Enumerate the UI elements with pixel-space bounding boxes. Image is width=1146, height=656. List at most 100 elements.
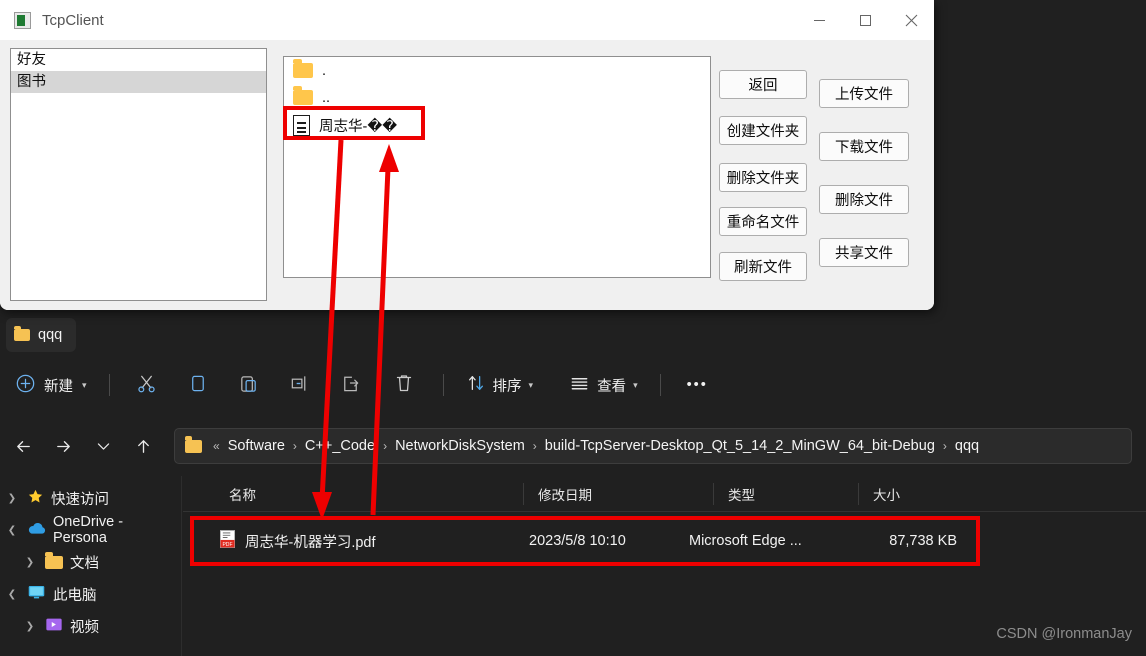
contacts-list[interactable]: 好友 图书 — [10, 48, 267, 301]
chevron-down-icon[interactable]: ❮ — [4, 589, 20, 600]
breadcrumb-item-software[interactable]: Software — [228, 438, 285, 454]
folder-icon — [185, 440, 202, 453]
forward-button[interactable] — [46, 429, 80, 463]
chevron-right-icon[interactable]: ❯ — [22, 621, 38, 632]
sidebar-item-label: OneDrive - Persona — [53, 514, 181, 546]
recent-locations-button[interactable] — [86, 429, 120, 463]
share-file-button[interactable]: 共享文件 — [819, 238, 909, 267]
refresh-file-button[interactable]: 刷新文件 — [719, 252, 807, 281]
delete-file-button[interactable]: 删除文件 — [819, 185, 909, 214]
explorer-address-bar: « Software › C++_Code › NetworkDiskSyste… — [0, 420, 1146, 472]
remote-file-list[interactable]: . .. 周志华-�� — [283, 56, 711, 278]
more-options-button[interactable]: ••• — [673, 367, 722, 403]
document-icon — [293, 115, 310, 136]
toolbar-divider-1 — [109, 374, 110, 396]
list-item[interactable]: 图书 — [11, 71, 266, 93]
cut-button[interactable] — [122, 367, 171, 403]
ellipsis-icon: ••• — [687, 377, 708, 393]
toolbar-divider-3 — [660, 374, 661, 396]
chevron-right-icon[interactable]: ❯ — [22, 557, 38, 568]
list-item-label: 周志华-�� — [319, 115, 397, 136]
file-list-column-header: 名称 修改日期 类型 大小 — [183, 476, 1146, 512]
column-header-label: 大小 — [873, 484, 900, 504]
view-button[interactable]: 查看 ▾ — [559, 367, 648, 403]
file-explorer-window: qqq 新建 ▾ — [0, 310, 1146, 656]
list-item[interactable]: 好友 — [11, 49, 266, 71]
rename-icon — [289, 373, 310, 398]
column-header-label: 类型 — [728, 484, 755, 504]
up-button[interactable] — [126, 429, 160, 463]
explorer-tab-qqq[interactable]: qqq — [6, 318, 76, 352]
cloud-icon — [27, 521, 46, 540]
breadcrumb-item-networkdisksystem[interactable]: NetworkDiskSystem — [395, 438, 525, 454]
folder-icon — [293, 90, 313, 105]
close-button[interactable] — [888, 0, 934, 40]
list-item-label: . — [322, 63, 326, 79]
delete-button[interactable] — [377, 367, 431, 403]
copy-icon — [187, 373, 208, 398]
sidebar-item-label: 此电脑 — [53, 584, 97, 605]
explorer-navigation-pane: ❯ 快速访问 ❮ OneDrive - Persona ❯ 文档 ❮ 此 — [0, 476, 182, 656]
sidebar-item-quick-access[interactable]: ❯ 快速访问 — [0, 482, 181, 514]
list-item[interactable]: . — [284, 57, 710, 84]
chevron-down-icon: ▾ — [529, 380, 534, 391]
chevron-down-icon[interactable]: ❮ — [4, 525, 20, 536]
sort-button-label: 排序 — [493, 375, 522, 396]
tcpclient-body: 好友 图书 . .. 周志华-�� 返回 创建文件夹 删除文件夹 重命名文件 刷… — [0, 40, 934, 310]
pdf-icon: PDF — [220, 530, 235, 552]
new-button[interactable]: 新建 ▾ — [8, 367, 97, 403]
sidebar-item-onedrive[interactable]: ❮ OneDrive - Persona — [0, 514, 181, 546]
column-header-date-modified[interactable]: 修改日期 — [523, 483, 713, 505]
sidebar-item-videos[interactable]: ❯ 视频 — [0, 610, 181, 642]
breadcrumb-separator: › — [941, 439, 949, 453]
share-icon — [340, 373, 361, 398]
new-button-label: 新建 — [44, 375, 73, 396]
breadcrumb-overflow[interactable]: « — [211, 439, 222, 453]
rename-button[interactable] — [275, 367, 324, 403]
list-item[interactable]: .. — [284, 84, 710, 111]
back-button[interactable]: 返回 — [719, 70, 807, 99]
file-type: Microsoft Edge ... — [689, 533, 837, 549]
folder-icon — [14, 329, 30, 341]
folder-icon — [45, 556, 63, 569]
column-header-size[interactable]: 大小 — [858, 483, 958, 505]
sort-arrows-icon — [466, 373, 486, 397]
breadcrumb-item-qqq[interactable]: qqq — [955, 438, 979, 454]
view-lines-icon — [569, 373, 590, 398]
maximize-button[interactable] — [842, 0, 888, 40]
sort-button[interactable]: 排序 ▾ — [456, 367, 544, 403]
upload-file-button[interactable]: 上传文件 — [819, 79, 909, 108]
tcpclient-window: TcpClient 好友 图书 . .. — [0, 0, 934, 310]
sidebar-item-label: 快速访问 — [51, 488, 109, 509]
star-icon — [27, 488, 44, 509]
list-item[interactable]: 周志华-�� — [284, 111, 710, 139]
breadcrumb-item-cpp-code[interactable]: C++_Code — [305, 438, 375, 454]
breadcrumb[interactable]: « Software › C++_Code › NetworkDiskSyste… — [174, 428, 1132, 464]
svg-text:PDF: PDF — [222, 542, 232, 548]
download-file-button[interactable]: 下载文件 — [819, 132, 909, 161]
breadcrumb-separator: › — [381, 439, 389, 453]
delete-folder-button[interactable]: 删除文件夹 — [719, 163, 807, 192]
monitor-icon — [27, 584, 46, 604]
paste-button[interactable] — [224, 367, 273, 403]
folder-icon — [293, 63, 313, 78]
column-header-name[interactable]: 名称 — [183, 483, 523, 505]
rename-file-button[interactable]: 重命名文件 — [719, 207, 807, 236]
explorer-toolbar: 新建 ▾ — [0, 356, 1146, 414]
paste-icon — [238, 373, 259, 398]
scissors-icon — [136, 373, 157, 398]
explorer-tab-label: qqq — [38, 327, 62, 343]
sidebar-item-documents[interactable]: ❯ 文档 — [0, 546, 181, 578]
share-button[interactable] — [326, 367, 375, 403]
table-row[interactable]: PDF 周志华-机器学习.pdf 2023/5/8 10:10 Microsof… — [192, 518, 978, 564]
column-header-type[interactable]: 类型 — [713, 483, 858, 505]
back-button[interactable] — [6, 429, 40, 463]
view-button-label: 查看 — [597, 375, 626, 396]
copy-button[interactable] — [173, 367, 222, 403]
chevron-right-icon[interactable]: ❯ — [4, 493, 20, 504]
minimize-button[interactable] — [796, 0, 842, 40]
create-folder-button[interactable]: 创建文件夹 — [719, 116, 807, 145]
breadcrumb-item-build-dir[interactable]: build-TcpServer-Desktop_Qt_5_14_2_MinGW_… — [545, 438, 935, 454]
sidebar-item-this-pc[interactable]: ❮ 此电脑 — [0, 578, 181, 610]
file-size: 87,738 KB — [837, 533, 957, 549]
